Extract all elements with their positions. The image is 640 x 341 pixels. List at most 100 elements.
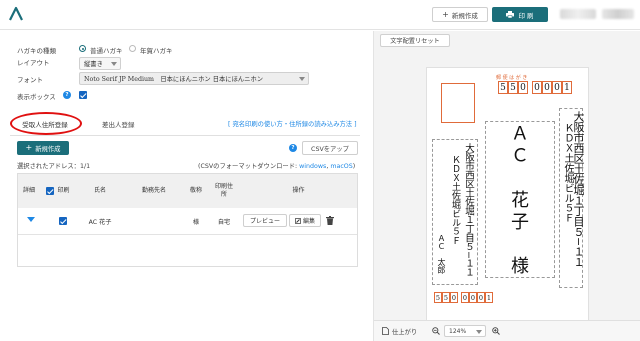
preview-button[interactable]: プレビュー	[243, 214, 287, 227]
edit-button[interactable]: 編集	[289, 214, 321, 227]
col-detail: 詳細	[18, 174, 40, 208]
zip-digit: 0	[542, 81, 552, 94]
zip-digit: 1	[562, 81, 572, 94]
chevron-down-icon	[476, 330, 482, 334]
zip-digit: 0	[518, 81, 528, 94]
zoom-value: 124%	[449, 327, 467, 335]
preview-panel: 文字配置リセット 郵 便 は が き 5 5 0 0 0 0 1 大阪市西区土佐…	[373, 31, 640, 341]
reset-layout-label: 文字配置リセット	[390, 38, 440, 45]
document-icon	[382, 327, 389, 335]
sender-zip-boxes: 5 5 0 0 0 0 1	[434, 292, 494, 303]
help-icon[interactable]: ?	[63, 91, 71, 99]
usage-help-link[interactable]: [ 宛名印刷の使い方・住所録の読み込み方法 ]	[228, 119, 357, 128]
row-title: 様	[192, 218, 200, 226]
csv-windows-link[interactable]: windows	[299, 163, 326, 170]
sender-address-line2: ＫＤＸ土佐堀ビル５Ｆ	[450, 155, 460, 245]
select-all-checkbox[interactable]	[46, 187, 55, 195]
edit-label: 編集	[302, 218, 315, 225]
font-label: フォント	[17, 76, 43, 84]
recipient-name: ＡＣ 花子 様	[508, 124, 529, 278]
radio-normal-postcard[interactable]	[79, 45, 86, 52]
zip-digit: 5	[508, 81, 518, 94]
csv-format-prefix: (CSVのフォーマットダウンロード:	[198, 163, 300, 170]
account-area[interactable]	[560, 9, 596, 19]
account-area-secondary[interactable]	[602, 9, 634, 19]
preview-toolbar: 仕上がり 124%	[374, 320, 640, 341]
finish-toggle[interactable]: 仕上がり	[392, 327, 417, 336]
display-box-checkbox[interactable]	[79, 91, 87, 99]
settings-panel: ハガキの種類 普通ハガキ 年賀ハガキ レイアウト 縦書き フォント Noto S…	[0, 31, 372, 341]
row-name: AC 花子	[88, 218, 112, 226]
plus-icon: +	[25, 143, 33, 152]
new-document-label: 新規作成	[451, 11, 478, 20]
new-document-button[interactable]: + 新規作成	[432, 7, 488, 22]
sender-zip-digit: 0	[477, 292, 485, 303]
sender-zip-digit: 0	[469, 292, 477, 303]
row-print-checkbox[interactable]	[59, 217, 67, 225]
postcard-type-label: ハガキの種類	[17, 47, 56, 55]
print-button[interactable]: 印 刷	[492, 7, 548, 22]
csv-upload-label: CSVをアップ	[311, 145, 349, 153]
zoom-in-icon[interactable]	[492, 327, 500, 335]
zoom-select[interactable]: 124%	[444, 325, 486, 337]
zip-code-boxes: 5 5 0 0 0 0 1	[498, 81, 576, 94]
expand-arrow-icon[interactable]	[27, 217, 35, 222]
stamp-box	[441, 83, 475, 123]
zoom-out-icon[interactable]	[432, 327, 440, 335]
trash-icon[interactable]	[326, 216, 334, 225]
selected-count: 選択されたアドレス：1/1	[17, 163, 91, 170]
col-print-label: 印刷	[57, 187, 70, 194]
chevron-down-icon	[111, 62, 117, 66]
sender-zip-digit: 0	[461, 292, 469, 303]
col-print: 印刷	[40, 174, 76, 208]
normal-postcard-label: 普通ハガキ	[90, 47, 123, 55]
sender-zip-digit: 0	[450, 292, 458, 303]
sender-address-line1: 大阪市西区土佐堀１丁目５−１１	[463, 143, 474, 277]
preview-label: プレビュー	[249, 218, 280, 225]
pencil-icon	[295, 217, 301, 224]
csv-format-suffix: )	[352, 163, 356, 170]
csv-mac-link[interactable]: macOS	[330, 163, 352, 170]
radio-new-year-postcard[interactable]	[129, 45, 136, 52]
chevron-down-icon	[299, 77, 305, 81]
highlight-circle	[10, 112, 82, 135]
app-logo-icon[interactable]	[8, 6, 24, 22]
printer-icon	[506, 11, 515, 18]
tab-divider	[10, 135, 360, 136]
font-select[interactable]: Noto Serif JP Medium 日本にほんニホン 日本にほんニホン	[79, 72, 309, 85]
sender-zip-digit: 1	[485, 292, 493, 303]
recipient-address-line2: ＫＤＸ土佐堀ビル５Ｆ	[562, 123, 573, 223]
col-print-address: 印刷住所	[208, 174, 240, 208]
zip-digit: 0	[532, 81, 542, 94]
col-company: 勤務先名	[124, 174, 184, 208]
top-bar: + 新規作成 印 刷	[0, 0, 640, 30]
create-address-button[interactable]: + 新規作成	[17, 141, 69, 155]
layout-select[interactable]: 縦書き	[79, 57, 121, 70]
sender-zip-digit: 5	[434, 292, 442, 303]
tab-sender[interactable]: 差出人登録	[102, 116, 152, 132]
row-divider	[18, 234, 357, 235]
row-print-address: 自宅	[217, 218, 231, 226]
csv-upload-button[interactable]: CSVをアップ	[302, 141, 358, 155]
layout-label: レイアウト	[17, 59, 50, 67]
address-table: 詳細 印刷 氏名 勤務先名 敬称 印刷住所 操作 AC 花子 様 自宅 プレビュ…	[17, 173, 358, 267]
display-box-label: 表示ボックス	[17, 93, 56, 101]
create-address-label: 新規作成	[35, 145, 61, 153]
col-title: 敬称	[184, 174, 208, 208]
zip-digit: 5	[498, 81, 508, 94]
col-name: 氏名	[76, 174, 124, 208]
csv-format-download: (CSVのフォーマットダウンロード: windows, macOS)	[198, 161, 355, 170]
font-value: Noto Serif JP Medium 日本にほんニホン 日本にほんニホン	[84, 76, 264, 83]
col-action: 操作	[240, 174, 357, 208]
postcard-label: 郵 便 は が き	[496, 75, 528, 81]
tab-sender-label: 差出人登録	[102, 121, 135, 129]
help-icon[interactable]: ?	[289, 144, 297, 152]
layout-value: 縦書き	[84, 61, 103, 68]
print-label: 印 刷	[518, 11, 534, 20]
reset-layout-button[interactable]: 文字配置リセット	[380, 34, 450, 47]
new-year-postcard-label: 年賀ハガキ	[140, 47, 173, 55]
zip-digit: 0	[552, 81, 562, 94]
plus-icon: +	[442, 9, 449, 19]
sender-name: ＡＣ 太郎	[437, 234, 446, 274]
sender-zip-digit: 5	[442, 292, 450, 303]
